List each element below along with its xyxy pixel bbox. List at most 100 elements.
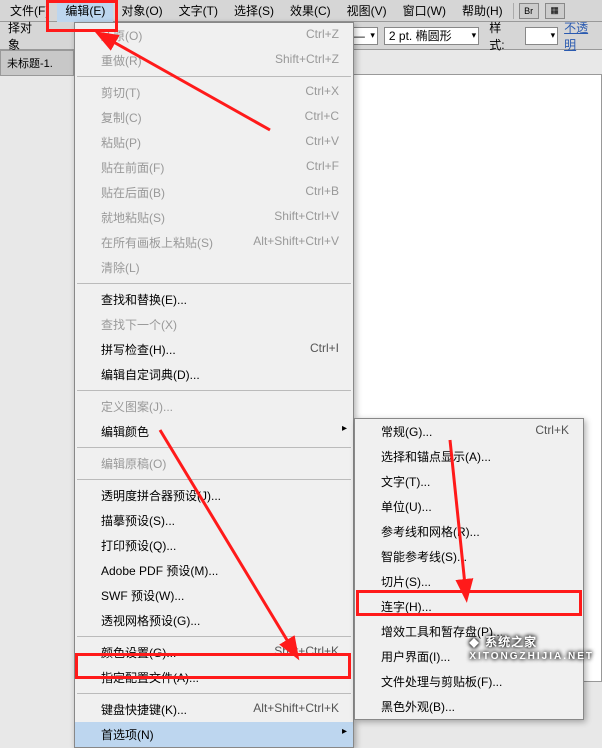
- bridge-icon[interactable]: Br: [519, 3, 539, 19]
- menu-item-label: 打印预设(Q)...: [101, 537, 176, 554]
- menu-type[interactable]: 文字(T): [171, 0, 226, 22]
- menu-item[interactable]: 选择和锚点显示(A)...: [355, 444, 583, 469]
- menu-item-label: 粘贴(P): [101, 134, 141, 151]
- menu-item-label: 指定配置文件(A)...: [101, 669, 199, 686]
- menu-item-label: 查找和替换(E)...: [101, 291, 187, 308]
- menu-item-label: 重做(R): [101, 52, 142, 69]
- menu-item-label: 黑色外观(B)...: [381, 698, 455, 715]
- menu-item-label: 复制(C): [101, 109, 142, 126]
- menu-item[interactable]: 编辑自定词典(D)...: [75, 362, 353, 387]
- document-tab[interactable]: 未标题-1.: [0, 50, 74, 76]
- menu-item-label: 在所有画板上粘贴(S): [101, 234, 213, 251]
- menu-item: 重做(R) Shift+Ctrl+Z: [75, 48, 353, 73]
- menu-edit[interactable]: 编辑(E): [57, 0, 113, 22]
- menu-item-shortcut: Ctrl+Z: [306, 27, 339, 44]
- menu-item: 粘贴(P) Ctrl+V: [75, 130, 353, 155]
- menu-item[interactable]: 常规(G)... Ctrl+K: [355, 419, 583, 444]
- menu-item-shortcut: Shift+Ctrl+K: [274, 644, 339, 661]
- menu-item[interactable]: SWF 预设(W)...: [75, 583, 353, 608]
- menu-item[interactable]: 单位(U)...: [355, 494, 583, 519]
- menu-window[interactable]: 窗口(W): [395, 0, 454, 22]
- menu-item: 贴在后面(B) Ctrl+B: [75, 180, 353, 205]
- menu-item[interactable]: 参考线和网格(R)...: [355, 519, 583, 544]
- menu-item[interactable]: 键盘快捷键(K)... Alt+Shift+Ctrl+K: [75, 697, 353, 722]
- menu-item-shortcut: Shift+Ctrl+Z: [275, 52, 339, 69]
- menu-item-label: SWF 预设(W)...: [101, 587, 184, 604]
- menu-item-label: 查找下一个(X): [101, 316, 177, 333]
- menu-item-label: 单位(U)...: [381, 498, 432, 515]
- menu-item[interactable]: 文字(T)...: [355, 469, 583, 494]
- menu-item-shortcut: Ctrl+C: [305, 109, 339, 126]
- menu-item-label: 拼写检查(H)...: [101, 341, 176, 358]
- menu-item-label: 透明度拼合器预设(J)...: [101, 487, 221, 504]
- style-dropdown[interactable]: [525, 27, 558, 45]
- select-label: 择对象: [4, 19, 46, 53]
- menu-item-label: 颜色设置(G)...: [101, 644, 176, 661]
- menu-item: 编辑原稿(O): [75, 451, 353, 476]
- menu-item-shortcut: Ctrl+I: [310, 341, 339, 358]
- menu-item[interactable]: 打印预设(Q)...: [75, 533, 353, 558]
- menu-item-label: 定义图案(J)...: [101, 398, 173, 415]
- menu-item[interactable]: 描摹预设(S)...: [75, 508, 353, 533]
- menu-select[interactable]: 选择(S): [226, 0, 282, 22]
- menu-item-label: 键盘快捷键(K)...: [101, 701, 187, 718]
- menu-item[interactable]: 透视网格预设(G)...: [75, 608, 353, 633]
- menu-item[interactable]: 黑色外观(B)...: [355, 694, 583, 719]
- menu-item-label: 透视网格预设(G)...: [101, 612, 200, 629]
- stroke-weight-dropdown[interactable]: 2 pt. 椭圆形: [384, 27, 479, 45]
- menu-item-label: 还原(O): [101, 27, 142, 44]
- menu-item[interactable]: 查找和替换(E)...: [75, 287, 353, 312]
- menu-item-label: 贴在后面(B): [101, 184, 165, 201]
- menu-item[interactable]: 智能参考线(S)...: [355, 544, 583, 569]
- menu-item-label: 选择和锚点显示(A)...: [381, 448, 491, 465]
- menu-item-label: 编辑自定词典(D)...: [101, 366, 200, 383]
- style-label: 样式:: [485, 19, 519, 53]
- menu-item: 贴在前面(F) Ctrl+F: [75, 155, 353, 180]
- menu-item-shortcut: Ctrl+F: [306, 159, 339, 176]
- menu-item-shortcut: Ctrl+X: [305, 84, 339, 101]
- menu-item[interactable]: 编辑颜色: [75, 419, 353, 444]
- menu-item[interactable]: 透明度拼合器预设(J)...: [75, 483, 353, 508]
- menu-item[interactable]: 颜色设置(G)... Shift+Ctrl+K: [75, 640, 353, 665]
- menu-item-shortcut: Ctrl+B: [305, 184, 339, 201]
- menu-item-label: 编辑颜色: [101, 423, 149, 440]
- menu-item-label: 智能参考线(S)...: [381, 548, 467, 565]
- menu-item: 就地粘贴(S)Shift+Ctrl+V: [75, 205, 353, 230]
- opacity-link[interactable]: 不透明: [564, 19, 598, 53]
- menu-item-label: 连字(H)...: [381, 598, 432, 615]
- menu-item-label: 用户界面(I)...: [381, 648, 450, 665]
- menu-item[interactable]: 拼写检查(H)... Ctrl+I: [75, 337, 353, 362]
- menu-item-label: 文字(T)...: [381, 473, 430, 490]
- menu-item[interactable]: 切片(S)...: [355, 569, 583, 594]
- menu-item-shortcut: Shift+Ctrl+V: [274, 209, 339, 226]
- menu-item: 清除(L): [75, 255, 353, 280]
- menu-item-label: 编辑原稿(O): [101, 455, 166, 472]
- left-column: 未标题-1.: [0, 50, 74, 76]
- menu-view[interactable]: 视图(V): [339, 0, 395, 22]
- menu-item-label: Adobe PDF 预设(M)...: [101, 562, 218, 579]
- menu-item[interactable]: 首选项(N): [75, 722, 353, 747]
- menu-item-label: 切片(S)...: [381, 573, 431, 590]
- menu-item-label: 贴在前面(F): [101, 159, 164, 176]
- menu-item[interactable]: 连字(H)...: [355, 594, 583, 619]
- menu-item-label: 清除(L): [101, 259, 140, 276]
- arrange-icon[interactable]: ▦: [545, 3, 565, 19]
- menu-item[interactable]: Adobe PDF 预设(M)...: [75, 558, 353, 583]
- menu-item-label: 描摹预设(S)...: [101, 512, 175, 529]
- menu-item-shortcut: Ctrl+K: [535, 423, 569, 440]
- preferences-submenu: 常规(G)... Ctrl+K 选择和锚点显示(A)... 文字(T)... 单位(U)…: [354, 418, 584, 720]
- menu-item-label: 剪切(T): [101, 84, 140, 101]
- menu-item: 剪切(T) Ctrl+X: [75, 80, 353, 105]
- watermark: ◆ 系统之家 XITONGZHIJIA.NET: [469, 633, 594, 662]
- menu-effect[interactable]: 效果(C): [282, 0, 339, 22]
- menu-item-label: 参考线和网格(R)...: [381, 523, 480, 540]
- menu-item-shortcut: Ctrl+V: [305, 134, 339, 151]
- menu-item[interactable]: 指定配置文件(A)...: [75, 665, 353, 690]
- menu-item-label: 常规(G)...: [381, 423, 432, 440]
- menu-object[interactable]: 对象(O): [113, 0, 170, 22]
- menu-item: 还原(O) Ctrl+Z: [75, 23, 353, 48]
- menu-item: 复制(C) Ctrl+C: [75, 105, 353, 130]
- menu-item-shortcut: Alt+Shift+Ctrl+K: [253, 701, 339, 718]
- edit-menu-dropdown: 还原(O) Ctrl+Z 重做(R) Shift+Ctrl+Z 剪切(T) Ctrl+X 复…: [74, 22, 354, 748]
- watermark-logo-icon: ◆: [469, 635, 479, 649]
